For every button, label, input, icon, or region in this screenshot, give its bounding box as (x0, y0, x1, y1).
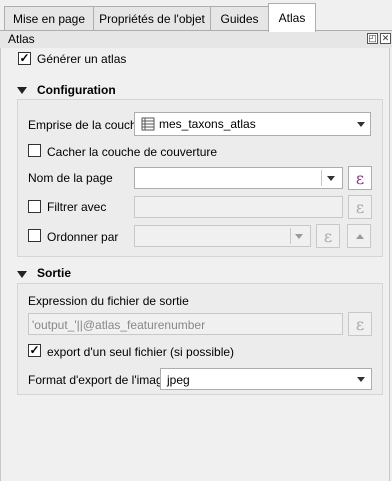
collapse-configuration-icon[interactable] (17, 87, 27, 94)
combo-separator (321, 170, 322, 186)
dock-title: Atlas (8, 32, 35, 46)
output-expression-button[interactable]: ε (348, 312, 372, 336)
hide-coverage-label: Cacher la couche de couverture (47, 145, 218, 159)
tab-bar: Mise en page Propriétés de l'objet Guide… (0, 0, 392, 32)
tab-guides[interactable]: Guides (210, 6, 269, 30)
output-filename-value: 'output_'||@atlas_featurenumber (32, 318, 206, 332)
tab-mise-en-page[interactable]: Mise en page (4, 6, 94, 30)
arrow-up-icon (356, 234, 364, 239)
chevron-down-icon (357, 122, 365, 127)
chevron-down-icon (327, 176, 335, 181)
sort-ascending-button[interactable] (347, 224, 371, 248)
generate-atlas-checkbox[interactable]: ✓ (18, 52, 31, 65)
page-name-label: Nom de la page (28, 171, 113, 185)
expression-icon: ε (355, 197, 365, 217)
image-format-combo[interactable]: jpeg (160, 368, 372, 390)
generate-atlas-label: Générer un atlas (37, 52, 127, 66)
undock-icon[interactable]: ◰ (367, 33, 378, 44)
sort-by-checkbox[interactable] (28, 229, 41, 242)
page-name-combo[interactable] (134, 167, 343, 189)
filter-with-label: Filtrer avec (47, 200, 107, 214)
check-icon: ✓ (29, 343, 40, 357)
filter-with-checkbox[interactable] (28, 200, 41, 213)
image-format-label: Format d'export de l'image (28, 373, 170, 387)
tab-proprietes-objet[interactable]: Propriétés de l'objet (93, 6, 211, 30)
filter-with-field[interactable] (134, 196, 343, 218)
image-format-value: jpeg (167, 373, 190, 387)
collapse-output-icon[interactable] (17, 271, 27, 278)
coverage-layer-label: Emprise de la couche (28, 118, 144, 132)
chevron-down-icon (295, 234, 303, 239)
table-layer-icon (141, 117, 155, 131)
sort-by-combo[interactable] (134, 225, 311, 247)
hide-coverage-checkbox[interactable] (28, 144, 41, 157)
sort-by-label: Ordonner par (47, 230, 119, 244)
single-file-checkbox[interactable]: ✓ (28, 344, 41, 357)
output-heading[interactable]: Sortie (37, 266, 71, 280)
dock-title-bar: Atlas ◰ ✕ (0, 31, 392, 48)
filter-expression-button[interactable]: ε (348, 195, 372, 219)
expression-icon: ε (355, 314, 365, 334)
chevron-down-icon (357, 377, 365, 382)
expression-icon: ε (323, 226, 333, 246)
output-filename-field[interactable]: 'output_'||@atlas_featurenumber (28, 313, 343, 335)
coverage-layer-combo[interactable]: mes_taxons_atlas (134, 112, 371, 136)
expression-icon: ε (355, 168, 365, 188)
tab-atlas[interactable]: Atlas (268, 3, 316, 32)
combo-separator (290, 228, 291, 244)
output-filename-label: Expression du fichier de sortie (28, 294, 189, 308)
configuration-heading[interactable]: Configuration (37, 83, 116, 97)
page-name-expression-button[interactable]: ε (348, 166, 372, 190)
single-file-label: export d'un seul fichier (si possible) (47, 345, 235, 359)
sort-expression-button[interactable]: ε (316, 224, 340, 248)
close-icon[interactable]: ✕ (380, 33, 391, 44)
check-icon: ✓ (19, 51, 30, 65)
coverage-layer-value: mes_taxons_atlas (159, 117, 256, 131)
